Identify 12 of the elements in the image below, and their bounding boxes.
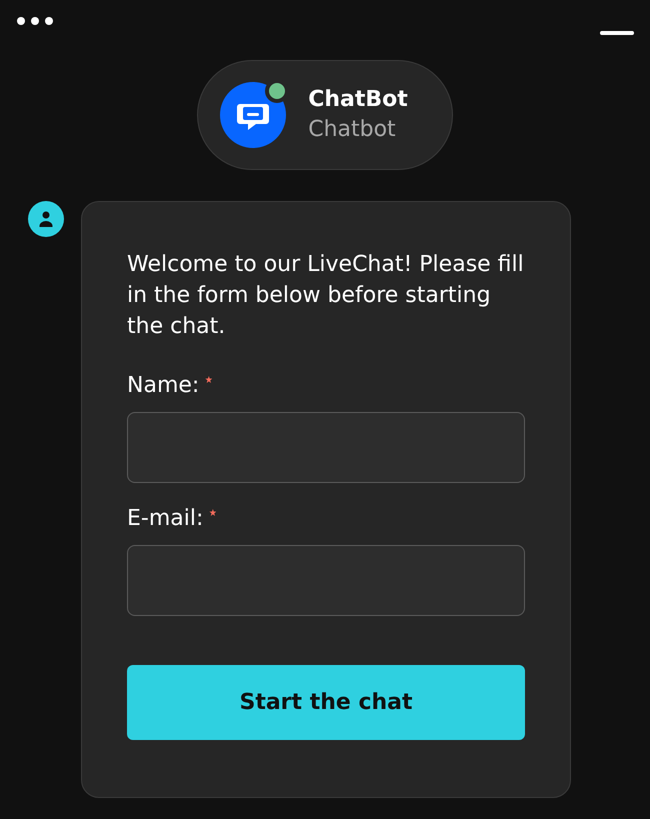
field-label: E-mail:	[127, 505, 204, 533]
start-chat-button[interactable]: Start the chat	[127, 665, 525, 740]
welcome-message: Welcome to our LiveChat! Please fill in the form below before starting the chat.	[127, 251, 525, 341]
input-field[interactable]	[127, 545, 525, 616]
chat-bubble-icon	[220, 82, 286, 148]
more-icon[interactable]	[16, 16, 54, 26]
minimize-icon[interactable]	[600, 31, 634, 35]
input-field[interactable]	[127, 412, 525, 483]
agent-role: Chatbot	[308, 116, 397, 144]
user-avatar-icon	[28, 201, 64, 237]
field-label: Name:	[127, 372, 200, 400]
agent-name: ChatBot	[308, 86, 408, 114]
